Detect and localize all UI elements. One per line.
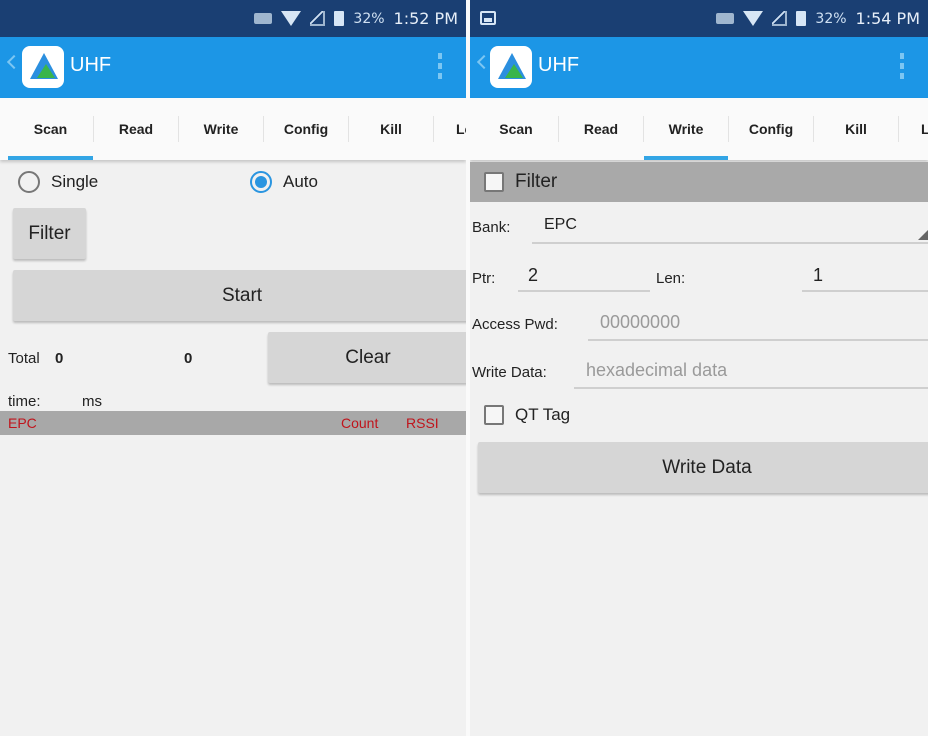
clock: 1:52 PM — [393, 9, 458, 28]
app-title: UHF — [70, 54, 112, 76]
time-label: time: — [8, 393, 41, 410]
tab-scan[interactable]: Scan — [474, 98, 558, 160]
tab-bar: Scan Read Write Config Kill L — [470, 98, 928, 160]
overflow-menu-icon[interactable] — [900, 53, 904, 79]
wifi-icon — [743, 11, 764, 26]
tab-config[interactable]: Config — [729, 98, 813, 160]
status-bar: 32% 1:52 PM — [0, 0, 466, 37]
total-value: 0 — [55, 350, 64, 367]
radio-auto-indicator[interactable] — [250, 171, 272, 193]
radio-single-indicator[interactable] — [18, 171, 40, 193]
bank-select[interactable]: EPC — [544, 216, 577, 234]
tab-lock[interactable]: L — [899, 98, 928, 160]
radio-single-label: Single — [51, 172, 99, 191]
column-count: Count — [341, 415, 379, 431]
battery-icon — [334, 11, 345, 26]
unique-count-value: 0 — [184, 350, 193, 367]
write-data-input[interactable]: hexadecimal data — [586, 360, 727, 381]
app-title: UHF — [538, 54, 580, 76]
radio-auto-label: Auto — [283, 172, 318, 191]
write-screen: 32% 1:54 PM UHF Scan Read Write Config K… — [470, 0, 928, 736]
qt-tag-checkbox[interactable] — [484, 405, 504, 425]
scan-screen: 32% 1:52 PM UHF Scan Read Write Config K… — [0, 0, 466, 736]
clear-button[interactable]: Clear — [268, 332, 466, 383]
keyboard-icon — [716, 13, 735, 24]
tab-read[interactable]: Read — [559, 98, 643, 160]
bank-dropdown-arrow-icon[interactable] — [918, 230, 928, 240]
wifi-icon — [281, 11, 302, 26]
filter-label: Filter — [515, 171, 558, 192]
qt-tag-label: QT Tag — [515, 405, 571, 424]
access-pwd-label: Access Pwd: — [472, 316, 558, 333]
status-bar: 32% 1:54 PM — [470, 0, 928, 37]
image-notification-icon — [480, 11, 496, 25]
battery-percent: 32% — [353, 10, 385, 27]
tab-lock[interactable]: Lo — [434, 98, 466, 160]
ptr-input[interactable]: 2 — [528, 265, 538, 286]
bank-label: Bank: — [472, 219, 511, 236]
column-rssi: RSSI — [406, 415, 439, 431]
back-chevron-icon[interactable] — [6, 54, 22, 70]
overflow-menu-icon[interactable] — [438, 53, 442, 79]
no-signal-icon — [772, 11, 788, 26]
tab-scan[interactable]: Scan — [8, 98, 93, 160]
tag-table-header: EPC Count RSSI — [0, 411, 466, 435]
tab-kill[interactable]: Kill — [349, 98, 433, 160]
tab-config[interactable]: Config — [264, 98, 348, 160]
len-label: Len: — [656, 270, 686, 287]
tab-write[interactable]: Write — [644, 98, 728, 160]
tab-write[interactable]: Write — [179, 98, 263, 160]
clock: 1:54 PM — [855, 9, 920, 28]
total-label: Total — [8, 350, 40, 367]
battery-icon — [796, 11, 807, 26]
write-data-button[interactable]: Write Data — [478, 442, 928, 493]
time-unit: ms — [82, 393, 102, 410]
access-pwd-input[interactable]: 00000000 — [600, 312, 680, 333]
ptr-label: Ptr: — [472, 270, 496, 287]
radio-single[interactable]: Single — [18, 171, 98, 193]
keyboard-icon — [254, 13, 273, 24]
app-logo-icon — [22, 46, 64, 88]
filter-checkbox[interactable] — [484, 172, 504, 192]
no-signal-icon — [310, 11, 326, 26]
tab-read[interactable]: Read — [94, 98, 178, 160]
column-epc: EPC — [8, 415, 37, 431]
app-bar: UHF — [470, 37, 928, 98]
tab-kill[interactable]: Kill — [814, 98, 898, 160]
start-button[interactable]: Start — [13, 270, 466, 321]
filter-button[interactable]: Filter — [13, 208, 86, 259]
write-data-label: Write Data: — [472, 364, 547, 381]
filter-section-header[interactable]: Filter — [470, 162, 928, 202]
len-input[interactable]: 1 — [813, 265, 823, 286]
app-bar: UHF — [0, 37, 466, 98]
radio-auto[interactable]: Auto — [250, 171, 318, 193]
back-chevron-icon[interactable] — [476, 54, 492, 70]
tab-bar: Scan Read Write Config Kill Lo — [0, 98, 466, 160]
app-logo-icon — [490, 46, 532, 88]
battery-percent: 32% — [815, 10, 847, 27]
